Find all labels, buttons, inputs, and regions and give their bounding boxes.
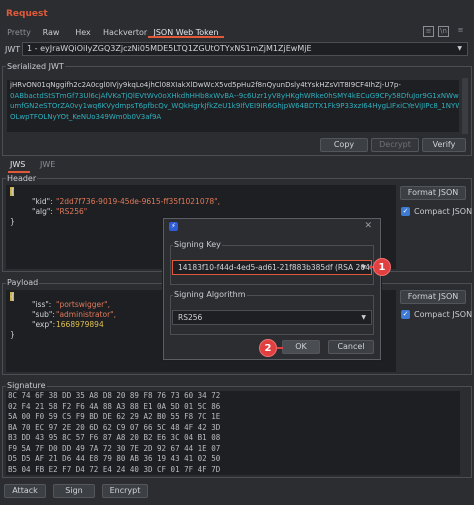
title-bar: Request <box>0 0 474 22</box>
signing-algorithm-value: RS256 <box>178 313 203 322</box>
signing-key-select[interactable]: 14183f10-f44d-4ed5-ad61-21f883b385df (RS… <box>172 260 372 275</box>
signing-key-label: Signing Key <box>173 240 222 249</box>
cancel-button[interactable]: Cancel <box>328 340 374 354</box>
jwt-label: JWT <box>5 45 21 54</box>
serialized-jwt-text[interactable]: jHRvON01qNggifh2c2A0cgl0IVjy9kqLo4jhCl08… <box>7 80 459 132</box>
mode-tabs: JWS JWE <box>0 157 474 173</box>
payload-close-brace: } <box>10 330 15 339</box>
signing-dialog: ⚡ ✕ Signing Key 14183f10-f44d-4ed5-ad61-… <box>163 218 381 360</box>
signing-algorithm-label: Signing Algorithm <box>173 290 247 299</box>
tab-raw[interactable]: Raw <box>40 26 62 39</box>
header-alg-value: "RS256" <box>56 207 88 216</box>
tab-pretty[interactable]: Pretty <box>6 26 32 39</box>
serialized-line: OLwpTFOLNyYOt_KeNUo349Wm0b0V3af9A <box>10 112 162 121</box>
jwt-select[interactable]: 1 - eyJraWQiOiIyZGQ3ZjczNi05MDE5LTQ1ZGUt… <box>22 42 468 56</box>
tab-jwe[interactable]: JWE <box>40 160 55 169</box>
payload-exp-value: 1668979894 <box>56 320 104 329</box>
serialized-line: umfGN2eSTOrZA0vy1wq6KVydmpsT6pfbcQv_WQkH… <box>10 102 459 110</box>
header-open-brace: { <box>10 187 15 196</box>
serialized-scrollbar[interactable] <box>462 78 468 134</box>
close-icon[interactable]: ✕ <box>364 221 372 231</box>
payload-iss-value: "portswigger", <box>56 300 111 309</box>
signing-key-value: 14183f10-f44d-4ed5-ad61-21f883b385df (RS… <box>178 263 372 272</box>
header-alg-key: "alg": <box>32 207 53 216</box>
menu-icon[interactable]: ≡ <box>455 26 466 37</box>
payload-open-brace: { <box>10 292 15 301</box>
tab-hackvertor[interactable]: Hackvertor <box>103 26 147 39</box>
serialized-line: 0ABbactdStSTmGf73Ul6cjAfVKaTjQlEVtWv0oXH… <box>10 91 459 100</box>
hex-row: 5A 00 F0 59 C5 F9 BD DE 62 29 A2 B0 55 F… <box>8 412 221 421</box>
sign-button[interactable]: Sign <box>53 484 95 498</box>
header-compact-checkbox[interactable]: ✓ <box>401 207 410 216</box>
wrap-icon[interactable]: ≡ <box>423 26 434 37</box>
payload-exp-key: "exp": <box>32 320 56 329</box>
copy-button[interactable]: Copy <box>320 138 368 152</box>
payload-sub-key: "sub": <box>32 310 55 319</box>
hex-row: 02 F4 21 58 F2 F6 4A 88 A3 88 E1 0A 5D 0… <box>8 401 221 411</box>
payload-compact-label: Compact JSON <box>414 310 473 319</box>
signature-hex-editor[interactable]: 8C 74 6F 38 DD 35 A8 D8 20 89 F8 76 73 6… <box>6 391 460 475</box>
payload-compact-checkbox[interactable]: ✓ <box>401 310 410 319</box>
window-title: Request <box>6 9 48 19</box>
hex-row: F9 5A 7F D0 DD 49 7A 72 30 7E 2D 92 67 4… <box>8 443 221 453</box>
hex-row: D5 D5 AF 21 D6 44 E8 79 80 AB 36 19 43 4… <box>8 454 221 463</box>
tab-jws[interactable]: JWS <box>10 160 25 169</box>
payload-sub-value: "administrator", <box>56 310 117 319</box>
chevron-down-icon: ▼ <box>457 45 462 52</box>
verify-button[interactable]: Verify <box>422 138 466 152</box>
hex-row: 8C 74 6F 38 DD 35 A8 D8 20 89 F8 76 73 6… <box>8 391 221 400</box>
tab-hex[interactable]: Hex <box>72 26 94 39</box>
active-tab-indicator <box>148 36 224 38</box>
header-kid-key: "kid": <box>32 197 53 206</box>
header-format-json-button[interactable]: Format JSON <box>400 186 466 200</box>
burp-logo-icon: ⚡ <box>169 222 178 231</box>
header-compact-label: Compact JSON <box>414 207 473 216</box>
header-kid-value: "2dd7f736-9019-45de-9615-ff35f1021078", <box>56 197 220 206</box>
serialized-jwt-label: Serialized JWT <box>6 62 65 71</box>
annotation-connector <box>277 347 283 349</box>
jwt-select-value: 1 - eyJraWQiOiIyZGQ3ZjczNi05MDE5LTQ1ZGUt… <box>27 44 312 53</box>
active-mode-indicator <box>8 171 30 173</box>
encrypt-button[interactable]: Encrypt <box>102 484 148 498</box>
ok-button[interactable]: OK <box>282 340 320 354</box>
payload-iss-key: "iss": <box>32 300 52 309</box>
serialized-line: jHRvON01qNggifh2c2A0cgl0IVjy9kqLo4jhCl08… <box>10 81 401 89</box>
chevron-down-icon: ▼ <box>361 314 366 321</box>
payload-label: Payload <box>6 278 40 287</box>
newline-icon[interactable]: \n <box>438 26 449 37</box>
chevron-down-icon: ▼ <box>361 264 366 271</box>
hex-row: B5 04 FB E2 F7 D4 72 E4 24 40 3D CF 01 7… <box>8 464 221 474</box>
jwt-selector-row: JWT 1 - eyJraWQiOiIyZGQ3ZjczNi05MDE5LTQ1… <box>0 41 474 57</box>
attack-button[interactable]: Attack <box>4 484 46 498</box>
annotation-badge-1: 1 <box>373 258 391 276</box>
annotation-badge-2: 2 <box>259 339 277 357</box>
signing-algorithm-select[interactable]: RS256 ▼ <box>172 310 372 325</box>
hex-row: BA 70 EC 97 2E 20 6D 62 C9 07 66 5C 48 4… <box>8 422 221 432</box>
header-close-brace: } <box>10 217 15 226</box>
signature-label: Signature <box>6 381 47 390</box>
dialog-title-bar: ⚡ ✕ <box>164 219 380 235</box>
header-label: Header <box>6 174 38 183</box>
hex-row: B3 DD 43 95 8C 57 F6 87 A8 20 B2 E6 3C 0… <box>8 433 221 442</box>
bottom-toolbar: Attack Sign Encrypt <box>0 481 474 505</box>
editor-tabs: Pretty Raw Hex Hackvertor JSON Web Token <box>0 24 474 39</box>
decrypt-button[interactable]: Decrypt <box>371 138 419 152</box>
payload-format-json-button[interactable]: Format JSON <box>400 290 466 304</box>
